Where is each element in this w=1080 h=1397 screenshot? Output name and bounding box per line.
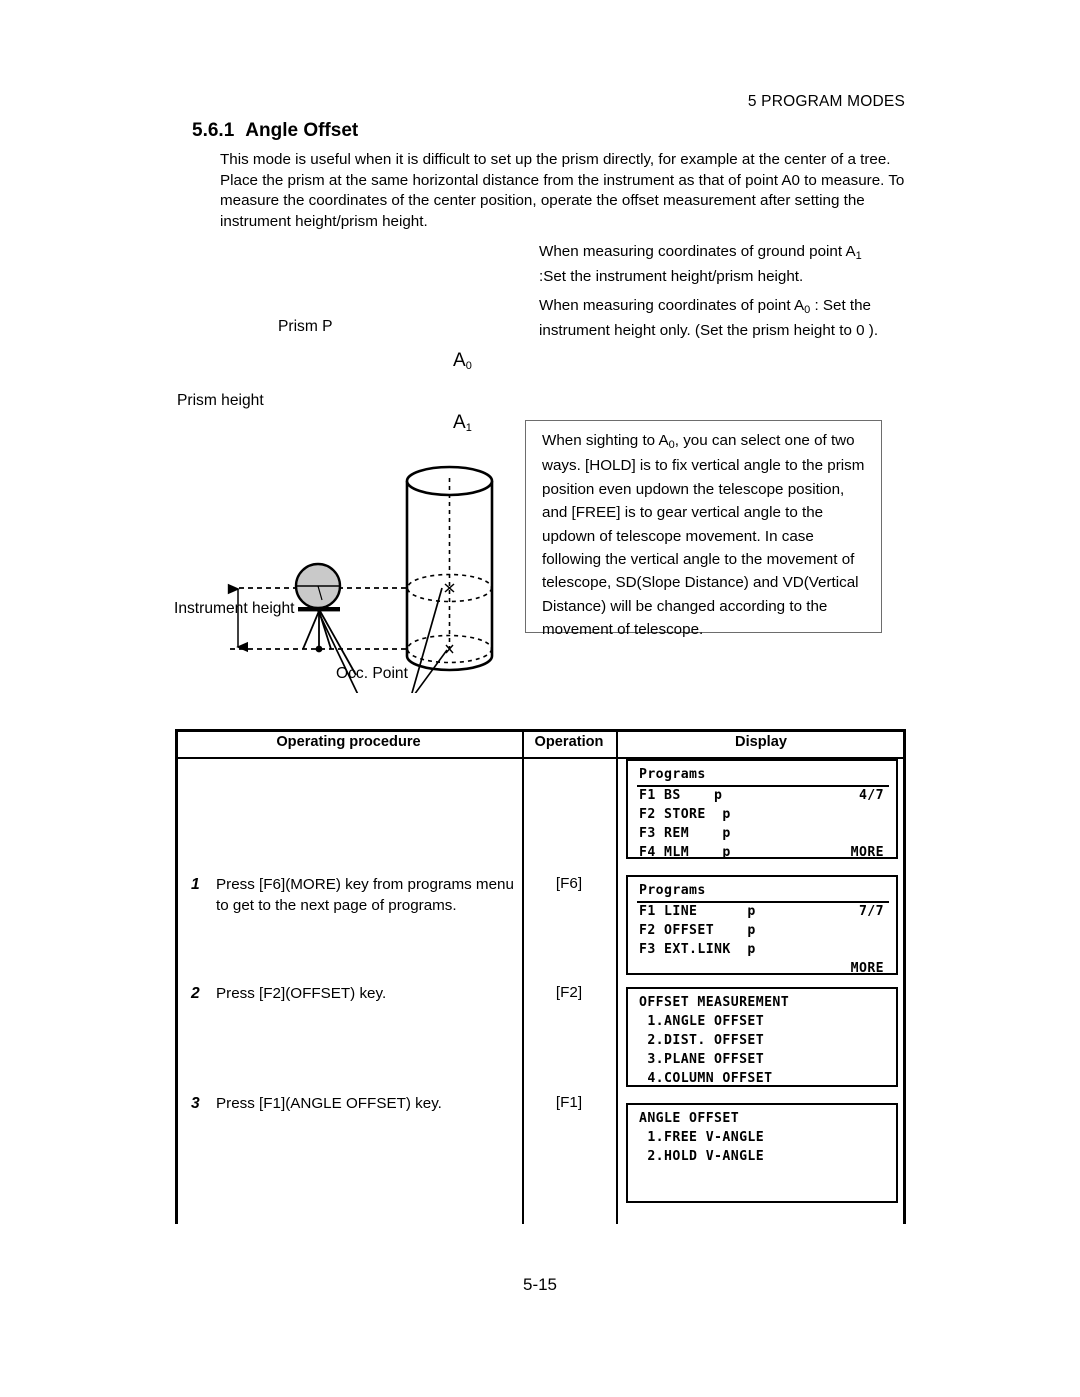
display-title-rule xyxy=(637,901,889,903)
display-title: ANGLE OFFSET xyxy=(639,1111,740,1126)
occ-point-label: Occ. Point xyxy=(336,665,408,682)
section-title-text: Angle Offset xyxy=(245,120,359,141)
table-right-border xyxy=(903,729,906,1224)
column-header-display: Display xyxy=(735,734,787,750)
page-number: 5-15 xyxy=(522,1275,558,1294)
step-text: Press [F1](ANGLE OFFSET) key. xyxy=(216,1095,442,1112)
display-row-left: 1.FREE V-ANGLE xyxy=(639,1130,765,1145)
ground-point-note-line1: When measuring coordinates of ground poi… xyxy=(539,243,856,260)
display-row-left: 2.DIST. OFFSET xyxy=(639,1033,765,1048)
display-row-left: F1 BS p xyxy=(639,788,723,803)
display-title: Programs xyxy=(639,767,706,782)
prism-height-label: Prism height xyxy=(177,392,264,409)
step-text: Press [F6](MORE) key from programs menu … xyxy=(216,876,514,914)
step-number: 3 xyxy=(191,1095,200,1112)
display-row-left: F4 MLM p xyxy=(639,845,731,860)
angle-offset-diagram xyxy=(170,228,520,693)
display-row-right: MORE xyxy=(850,845,884,860)
sighting-note-post: , you can select one of two ways. [HOLD]… xyxy=(542,432,865,639)
display-title: Programs xyxy=(639,883,706,898)
step-operation: [F6] xyxy=(555,875,583,892)
a1-label: A1 xyxy=(453,412,472,434)
display-row-left: F2 STORE p xyxy=(639,807,731,822)
page-title: 5.6.1 Angle Offset xyxy=(192,120,358,142)
column-header-operation: Operation xyxy=(534,734,604,750)
sighting-note-text: When sighting to A0, you can select one … xyxy=(542,429,872,642)
a1-label-letter: A xyxy=(453,412,466,433)
display-screen-programs-page7: Programs F1 LINE p 7/7 F2 OFFSET p F3 EX… xyxy=(626,875,898,976)
display-screen-offset-measurement: OFFSET MEASUREMENT 1.ANGLE OFFSET 2.DIST… xyxy=(626,987,898,1087)
step-operation: [F1] xyxy=(555,1094,583,1111)
display-screen-programs-page4: Programs F1 BS p 4/7 F2 STORE p F3 REM p… xyxy=(626,759,898,860)
running-head: 5 PROGRAM MODES xyxy=(747,93,905,110)
a0-label-letter: A xyxy=(453,350,466,371)
instrument-height-label: Instrument height xyxy=(174,600,295,617)
point-a0-subscript: 0 xyxy=(804,304,811,316)
table-top-border xyxy=(175,729,906,732)
table-column-divider-1 xyxy=(522,729,524,1224)
sighting-note-subscript: 0 xyxy=(668,439,675,451)
display-title: OFFSET MEASUREMENT xyxy=(639,995,790,1010)
table-left-border xyxy=(175,729,178,1224)
manual-page: 5 PROGRAM MODES 5.6.1 Angle Offset This m… xyxy=(0,0,1080,1397)
section-number: 5.6.1 xyxy=(192,120,235,141)
display-screen-angle-offset: ANGLE OFFSET 1.FREE V-ANGLE 2.HOLD V-ANG… xyxy=(626,1103,898,1203)
ground-point-subscript: 1 xyxy=(855,250,862,262)
point-a0-note: When measuring coordinates of point A0 :… xyxy=(539,294,889,343)
sighting-note-pre: When sighting to A xyxy=(542,432,669,449)
display-row-left: 3.PLANE OFFSET xyxy=(639,1052,765,1067)
display-row-left: F3 REM p xyxy=(639,826,731,841)
display-row-right: MORE xyxy=(850,961,884,976)
display-row-right: 4/7 xyxy=(858,788,884,803)
display-row-left: F3 EXT.LINK p xyxy=(639,942,756,957)
display-row-left: F2 OFFSET p xyxy=(639,923,756,938)
display-title-rule xyxy=(637,785,889,787)
a0-label: A0 xyxy=(453,350,472,372)
sighting-note-box: When sighting to A0, you can select one … xyxy=(525,420,882,638)
point-a0-note-pre: When measuring coordinates of point A xyxy=(539,297,805,314)
display-row-left: 4.COLUMN OFFSET xyxy=(639,1071,773,1086)
table-column-divider-2 xyxy=(616,729,618,1224)
display-row-left: 2.HOLD V-ANGLE xyxy=(639,1149,765,1164)
a1-label-subscript: 1 xyxy=(465,422,472,434)
step-text: Press [F2](OFFSET) key. xyxy=(216,985,387,1002)
step-operation: [F2] xyxy=(555,984,583,1001)
step-number: 2 xyxy=(191,985,200,1002)
display-row-left: 1.ANGLE OFFSET xyxy=(639,1014,765,1029)
a0-label-subscript: 0 xyxy=(465,360,472,372)
display-row-left: F1 LINE p xyxy=(639,904,756,919)
intro-paragraph: This mode is useful when it is difficult… xyxy=(220,151,905,230)
display-row-right: 7/7 xyxy=(858,904,884,919)
prism-assembly xyxy=(294,562,357,676)
ground-point-note: When measuring coordinates of ground poi… xyxy=(539,240,899,289)
column-header-procedure: Operating procedure xyxy=(276,734,421,750)
ground-point-note-line2: :Set the instrument height/prism height. xyxy=(539,268,804,285)
step-number: 1 xyxy=(191,876,200,893)
procedure-table: Operating procedure Operation Display 1 … xyxy=(175,729,906,1224)
prism-p-label: Prism P xyxy=(278,318,333,335)
